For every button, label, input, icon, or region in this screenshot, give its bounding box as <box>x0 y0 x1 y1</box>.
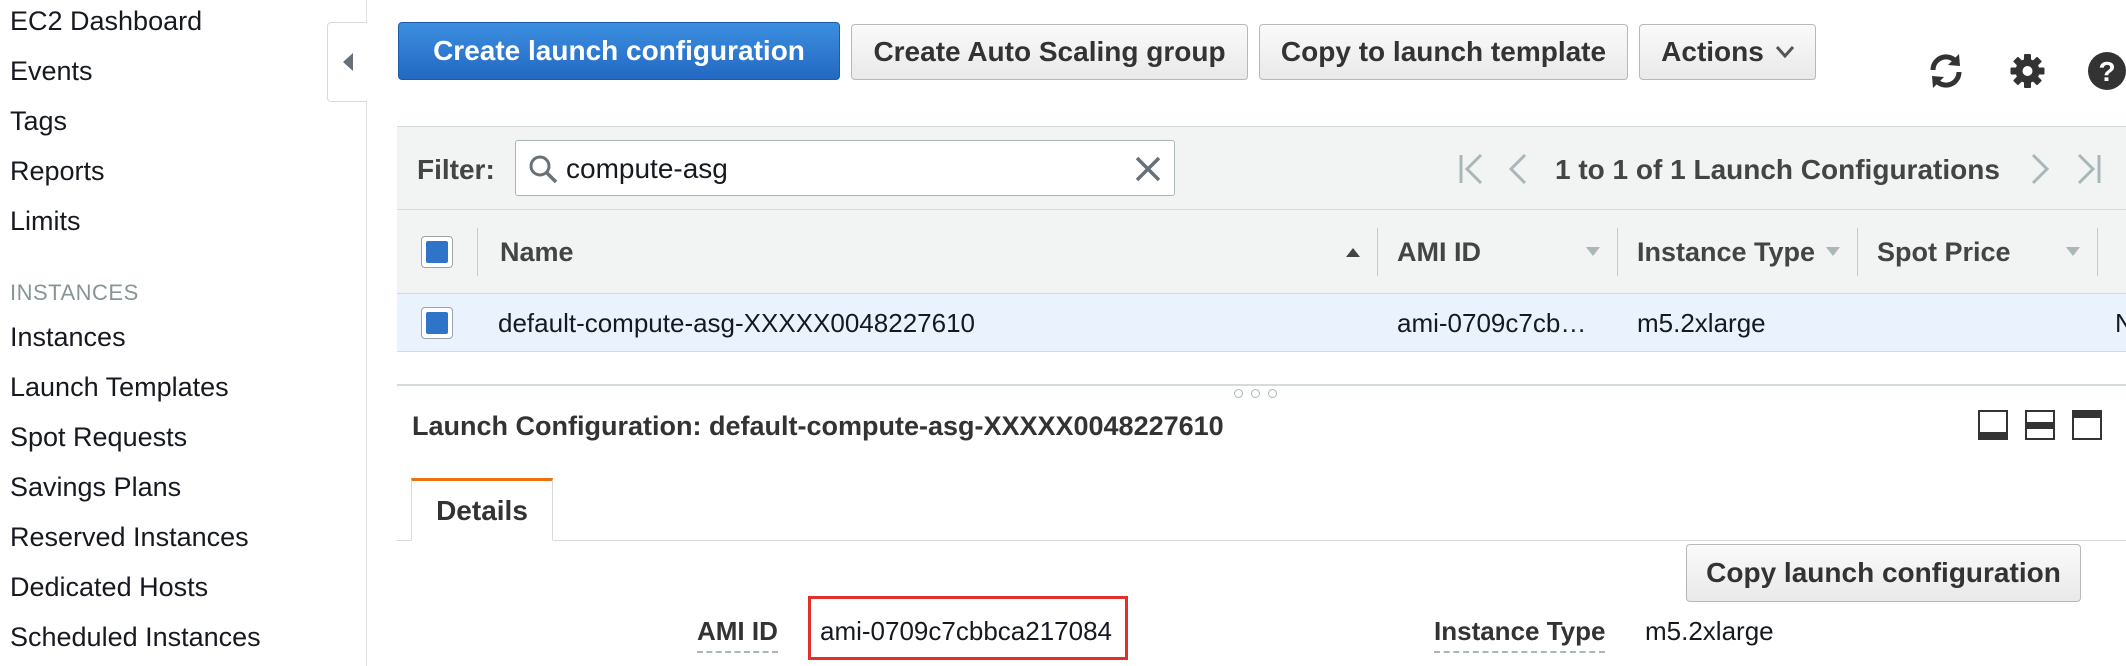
row-checkbox[interactable] <box>421 307 453 339</box>
table-row[interactable]: default-compute-asg-XXXXX0048227610 ami-… <box>397 294 2126 352</box>
column-header-instance-type[interactable]: Instance Type <box>1637 237 1815 268</box>
sort-caret-icon[interactable] <box>1585 246 1601 258</box>
instance-type-label: Instance Type <box>1434 616 1606 653</box>
column-header-ami-id[interactable]: AMI ID <box>1397 237 1481 268</box>
details-panel-title: Launch Configuration: default-compute-as… <box>412 411 1224 441</box>
clear-icon[interactable] <box>1134 155 1162 183</box>
column-header-spot-price[interactable]: Spot Price <box>1877 237 2011 268</box>
actions-label: Actions <box>1661 36 1764 67</box>
create-launch-configuration-button[interactable]: Create launch configuration <box>398 22 840 80</box>
chevron-left-icon <box>342 53 353 71</box>
column-divider <box>1377 228 1378 276</box>
cell-instance-type: m5.2xlarge <box>1637 308 1766 338</box>
sidebar-item-reserved-instances[interactable]: Reserved Instances <box>10 522 249 553</box>
next-page-icon[interactable] <box>2027 149 2051 189</box>
copy-to-launch-template-button[interactable]: Copy to launch template <box>1259 24 1628 80</box>
column-divider <box>477 228 478 276</box>
refresh-icon[interactable] <box>1925 50 1967 92</box>
view-top-icon[interactable] <box>2072 410 2102 440</box>
svg-text:?: ? <box>2098 56 2115 87</box>
sidebar-item-tags[interactable]: Tags <box>10 106 67 137</box>
sidebar-item-events[interactable]: Events <box>10 56 93 87</box>
select-all-checkbox[interactable] <box>421 236 453 268</box>
panel-splitter <box>397 384 2126 386</box>
column-divider <box>1857 228 1858 276</box>
view-bottom-icon[interactable] <box>1978 410 2008 440</box>
highlight-annotation <box>808 596 1128 660</box>
cell-overflow: N <box>2115 308 2126 338</box>
create-auto-scaling-group-button[interactable]: Create Auto Scaling group <box>851 24 1248 80</box>
pagination-text: 1 to 1 of 1 Launch Configurations <box>1555 154 2000 185</box>
previous-page-icon[interactable] <box>1507 149 1531 189</box>
sidebar-item-launch-templates[interactable]: Launch Templates <box>10 372 229 403</box>
chevron-down-icon <box>1775 46 1794 58</box>
sidebar-item-limits[interactable]: Limits <box>10 206 81 237</box>
search-icon <box>529 155 558 184</box>
tab-baseline <box>397 540 2126 541</box>
copy-launch-configuration-button[interactable]: Copy launch configuration <box>1686 544 2081 602</box>
sort-ascending-icon[interactable] <box>1345 246 1361 258</box>
last-page-icon[interactable] <box>2073 149 2103 189</box>
sidebar-item-savings-plans[interactable]: Savings Plans <box>10 472 181 503</box>
sidebar-item-scheduled-instances[interactable]: Scheduled Instances <box>10 622 261 653</box>
sidebar-collapse-button[interactable] <box>327 22 367 102</box>
ami-id-label: AMI ID <box>697 616 778 653</box>
splitter-handle[interactable] <box>1234 389 1277 398</box>
view-split-icon[interactable] <box>2025 410 2055 440</box>
sort-caret-icon[interactable] <box>1825 246 1841 258</box>
filter-label: Filter: <box>417 154 495 185</box>
cell-name: default-compute-asg-XXXXX0048227610 <box>498 308 975 338</box>
cell-ami-id: ami-0709c7cb… <box>1397 308 1587 338</box>
sidebar-item-reports[interactable]: Reports <box>10 156 105 187</box>
column-divider <box>2097 228 2098 276</box>
help-icon[interactable]: ? <box>2086 50 2126 92</box>
sidebar: EC2 Dashboard Events Tags Reports Limits… <box>0 0 367 666</box>
sidebar-item-dedicated-hosts[interactable]: Dedicated Hosts <box>10 572 208 603</box>
filter-input[interactable] <box>566 149 1126 189</box>
sidebar-item-instances[interactable]: Instances <box>10 322 126 353</box>
column-header-name[interactable]: Name <box>500 237 574 268</box>
first-page-icon[interactable] <box>1457 149 1487 189</box>
gear-icon[interactable] <box>2006 50 2048 92</box>
actions-dropdown[interactable]: Actions <box>1639 24 1816 80</box>
column-divider <box>1617 228 1618 276</box>
sidebar-item-spot-requests[interactable]: Spot Requests <box>10 422 187 453</box>
filter-bar: Filter: 1 to 1 of 1 Launch Configuration… <box>397 126 2126 210</box>
tab-details[interactable]: Details <box>411 478 553 541</box>
filter-input-wrapper <box>515 140 1175 196</box>
sidebar-item-ec2-dashboard[interactable]: EC2 Dashboard <box>10 6 202 37</box>
sidebar-section-instances: INSTANCES <box>10 280 139 305</box>
instance-type-value: m5.2xlarge <box>1645 616 1774 646</box>
sort-caret-icon[interactable] <box>2065 246 2081 258</box>
table-header: Name AMI ID Instance Type Spot Price <box>397 210 2126 294</box>
